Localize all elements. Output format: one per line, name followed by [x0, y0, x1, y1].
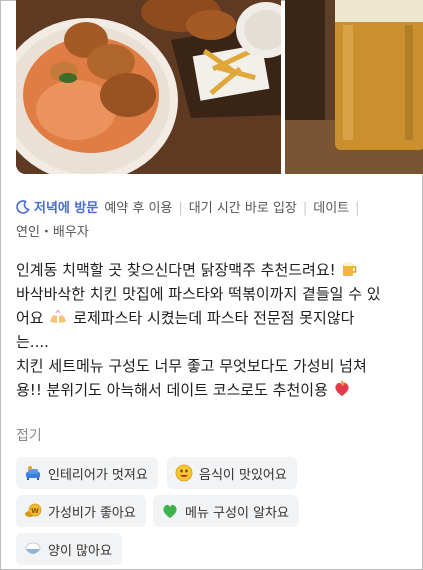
rice-bowl-icon	[25, 542, 41, 554]
divider: |	[178, 201, 183, 216]
keyword-chip[interactable]: 음식이 맛있어요	[167, 457, 297, 489]
praising-hands-icon	[50, 310, 67, 323]
moon-icon	[16, 200, 30, 214]
beer-icon	[343, 262, 357, 276]
review-line: 바삭바삭한 치킨 맛집에 파스타와 떡볶이까지 곁들일 수 있	[16, 285, 381, 303]
keyword-label: 양이 많아요	[48, 543, 112, 559]
review-line: 인계동 치맥할 곳 찾으신다면 닭장맥주 추천드려요!	[16, 261, 336, 279]
yum-face-icon	[175, 464, 193, 482]
svg-text:W: W	[31, 507, 39, 515]
keyword-label: 메뉴 구성이 알차요	[185, 505, 289, 521]
coin-icon: W	[25, 503, 42, 517]
review-line: 어요	[16, 309, 44, 327]
keyword-chip[interactable]: W 가성비가 좋아요	[16, 495, 146, 527]
visit-tag-wait: 대기 시간 바로 입장	[188, 201, 297, 216]
review-line: 로제파스타 시켰는데 파스타 전문점 못지않다	[73, 309, 355, 327]
keyword-label: 음식이 맛있어요	[199, 467, 287, 483]
review-text: 인계동 치맥할 곳 찾으신다면 닭장맥주 추천드려요! 바삭바삭한 치킨 맛집에…	[16, 258, 411, 402]
keyword-label: 가성비가 좋아요	[48, 505, 136, 521]
visit-info: 저녁에 방문 예약 후 이용 | 대기 시간 바로 입장 | 데이트 | 연인・배우자	[16, 197, 411, 245]
visit-tag-reservation: 예약 후 이용	[104, 201, 173, 216]
review-photos[interactable]	[16, 0, 423, 174]
keyword-chip[interactable]: 인테리어가 멋져요	[16, 457, 158, 489]
photo-beer[interactable]	[285, 0, 423, 174]
review-line: 는....	[16, 333, 49, 351]
green-heart-icon	[163, 504, 177, 518]
review-line: 용!! 분위기도 아늑해서 데이트 코스로도 추천이용	[16, 381, 328, 399]
fold-button[interactable]: 접기	[16, 426, 42, 446]
visit-time: 저녁에 방문	[34, 201, 99, 216]
visit-tag-companion: 연인・배우자	[16, 225, 89, 240]
review-line: 치킨 세트메뉴 구성도 너무 좋고 무엇보다도 가성비 넘쳐	[16, 357, 367, 375]
keyword-chip[interactable]: 메뉴 구성이 알차요	[153, 495, 299, 527]
divider: |	[302, 201, 308, 216]
heart-on-fire-icon	[335, 380, 349, 396]
keyword-label: 인테리어가 멋져요	[48, 467, 148, 483]
sofa-icon	[26, 466, 40, 480]
photo-chicken-pasta[interactable]	[16, 0, 281, 174]
divider: |	[355, 201, 360, 216]
keyword-chip[interactable]: 양이 많아요	[16, 533, 122, 565]
visit-tag-purpose: 데이트	[313, 201, 350, 216]
